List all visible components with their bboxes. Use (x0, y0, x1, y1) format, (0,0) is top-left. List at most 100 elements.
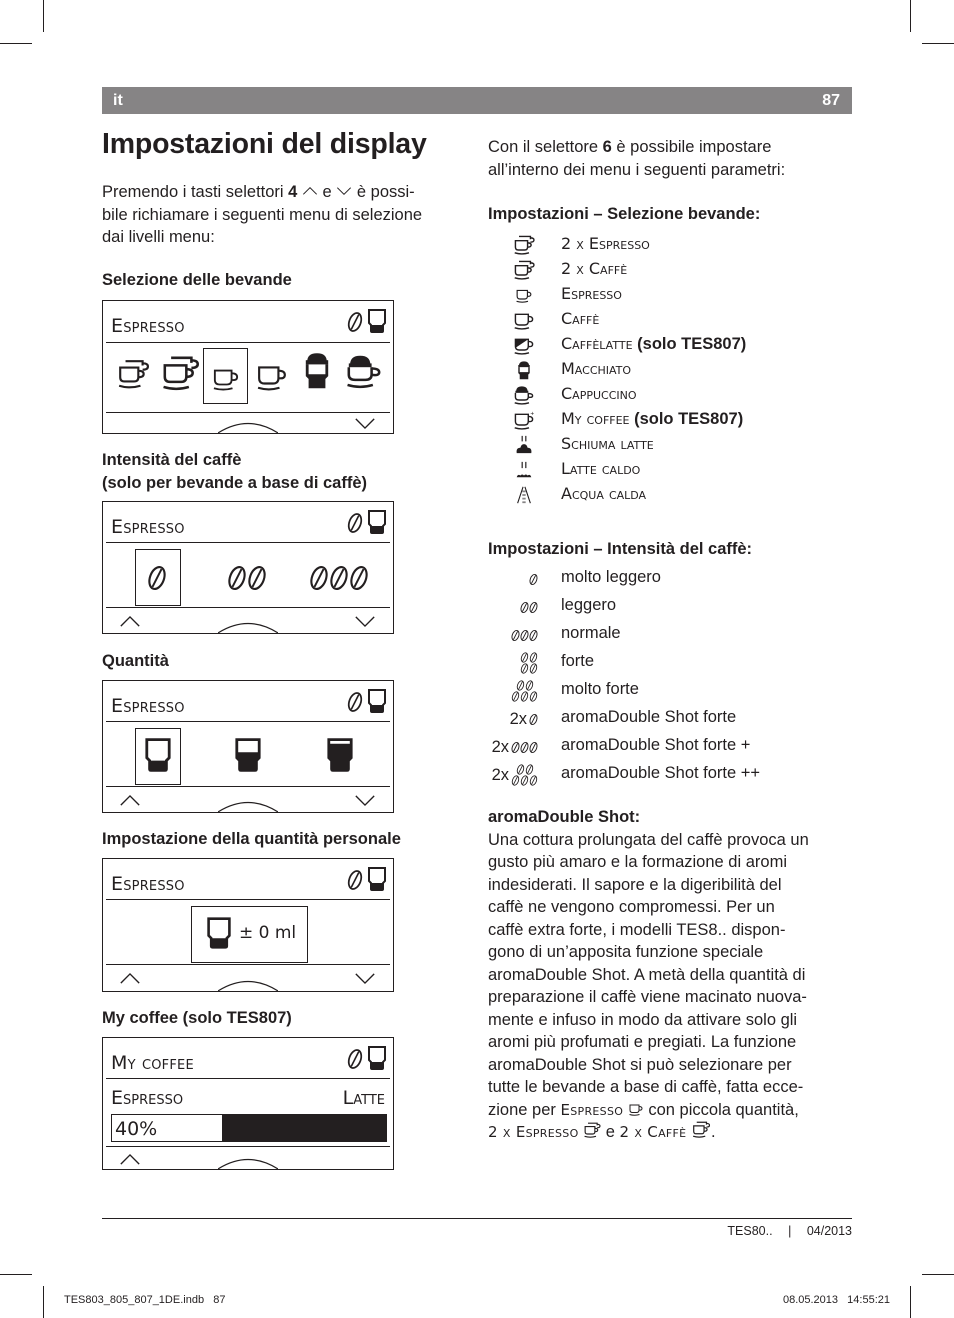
crop-mark (910, 1286, 911, 1318)
divider (106, 1078, 390, 1080)
double-espresso-cup-icon (512, 235, 536, 255)
beverage-label: Caffèlatte (561, 334, 633, 353)
text: . (711, 1123, 716, 1141)
paragraph-line: 2 x Espresso e 2 x Caffè . (488, 1121, 858, 1144)
quantity-value-box[interactable]: ± 0 ml (191, 906, 308, 963)
coffee-bean-icon (529, 713, 538, 726)
large-quantity-icon[interactable] (326, 736, 354, 774)
paragraph-line: aromaDouble Shot. A metà della quantità … (488, 965, 806, 984)
caffelatte-cup-icon (512, 335, 536, 355)
cappuccino-cup-icon (512, 385, 536, 405)
double-espresso-cup-icon[interactable] (117, 357, 149, 391)
coffee-bean-icon (516, 764, 525, 775)
status-icons (347, 867, 387, 896)
beverage-name: 2 x Caffè (619, 1123, 687, 1141)
intro-text: e (317, 183, 337, 201)
intensity-icon: 2x (510, 708, 538, 730)
double-coffee-cup-icon[interactable] (161, 355, 199, 391)
chevron-up-icon (302, 186, 318, 196)
coffee-beans-icon (511, 741, 538, 754)
chevron-up-icon[interactable] (119, 972, 141, 985)
right-intro: Con il selettore 6 è possibile impostare… (488, 136, 858, 181)
double-coffee-cup-icon (691, 1121, 711, 1138)
intensity-icon: 2x (492, 736, 538, 758)
page-footer: TES80.. | 04/2013 (727, 1224, 852, 1238)
coffee-beans-icon (520, 652, 538, 674)
status-icons (347, 689, 387, 718)
beverage-label: Cappuccino (561, 384, 637, 403)
one-bean-icon[interactable] (147, 565, 167, 591)
aroma-double-shot-section: aromaDouble Shot: Una cottura prolungata… (488, 806, 858, 1144)
medium-quantity-icon[interactable] (234, 736, 262, 774)
cappuccino-cup-icon[interactable] (345, 351, 383, 391)
display-personal-quantity: Espresso ± 0 ml (102, 858, 394, 992)
chevron-down-icon[interactable] (354, 794, 376, 807)
beverages-heading: Impostazioni – Selezione bevande: (488, 205, 761, 223)
double-shot-prefix: 2x (509, 709, 527, 728)
selector-knob (218, 1156, 278, 1170)
crop-mark (0, 43, 32, 44)
chevron-up-icon[interactable] (119, 1153, 141, 1166)
selector-knob (218, 799, 278, 813)
coffee-bean-icon (347, 311, 363, 333)
crop-mark (43, 1286, 44, 1318)
section-heading-intensity: Intensità del caffè (solo per bevande a … (102, 449, 367, 494)
coffee-bean-icon (525, 680, 534, 691)
beverage-label: Acqua calda (561, 484, 647, 503)
coffee-bean-icon (520, 601, 529, 614)
chevron-down-icon[interactable] (354, 972, 376, 985)
text: con piccola quantità, (643, 1100, 799, 1119)
beverage-label: Espresso (561, 284, 622, 303)
intro-text: Con il selettore (488, 138, 603, 156)
intensity-label: molto forte (561, 680, 639, 698)
paragraph-line: Una cottura prolungata del caffè provoca… (488, 830, 809, 849)
selector-key-number: 4 (288, 183, 298, 201)
list-item: 2 x Caffè (488, 257, 848, 282)
beverage-label: Macchiato (561, 359, 632, 378)
espresso-cup-icon (514, 287, 533, 303)
chevron-up-icon[interactable] (119, 615, 141, 628)
small-quantity-icon[interactable] (144, 736, 172, 774)
beverage-label: Schiuma latte (561, 434, 654, 453)
coffee-bean-icon (347, 869, 363, 891)
section-heading-quantity: Quantità (102, 652, 169, 670)
intro-text: dai livelli menu: (102, 228, 215, 246)
espresso-cup-icon (628, 1102, 644, 1116)
two-beans-icon[interactable] (227, 565, 267, 596)
selector-knob (218, 978, 278, 992)
chevron-up-icon[interactable] (119, 794, 141, 807)
selector-knob (218, 620, 278, 634)
list-item: Latte caldo (488, 457, 848, 482)
ratio-percent: 40% (115, 1118, 158, 1140)
heading-line: Intensità del caffè (102, 451, 242, 469)
espresso-cup-icon[interactable] (212, 365, 240, 391)
language-code: it (113, 92, 123, 109)
intensity-list: molto leggero leggero normale forte molto fo… (488, 566, 848, 790)
paragraph-line: gusto più amaro e la formazione di aromi (488, 853, 787, 871)
ratio-right-label: Latte (342, 1087, 385, 1109)
display-title: Espresso (111, 516, 185, 538)
svg-text:+: + (530, 411, 534, 418)
ratio-bar[interactable]: 40% (111, 1114, 387, 1142)
intensity-icon (511, 624, 538, 646)
paragraph-line: zione per Espresso con piccola quantità, (488, 1099, 858, 1122)
text: zione per (488, 1100, 561, 1119)
list-item: forte (488, 650, 848, 678)
display-quantity: Espresso (102, 680, 394, 813)
coffee-cup-icon[interactable] (255, 361, 289, 391)
divider (106, 1146, 390, 1148)
intensity-icon (520, 652, 538, 674)
chevron-down-icon[interactable] (354, 417, 376, 430)
coffee-bean-icon (520, 775, 529, 786)
macchiato-glass-icon[interactable] (303, 349, 331, 391)
list-item: leggero (488, 594, 848, 622)
page-number: 87 (822, 92, 840, 109)
crop-mark (0, 1274, 32, 1275)
intensity-icon (511, 680, 538, 702)
three-beans-icon[interactable] (309, 565, 369, 596)
chevron-down-icon[interactable] (354, 615, 376, 628)
list-item: 2 x Espresso (488, 232, 848, 257)
display-title: My coffee (111, 1052, 194, 1074)
double-espresso-cup-icon (583, 1122, 601, 1138)
intensity-label: molto leggero (561, 568, 661, 586)
